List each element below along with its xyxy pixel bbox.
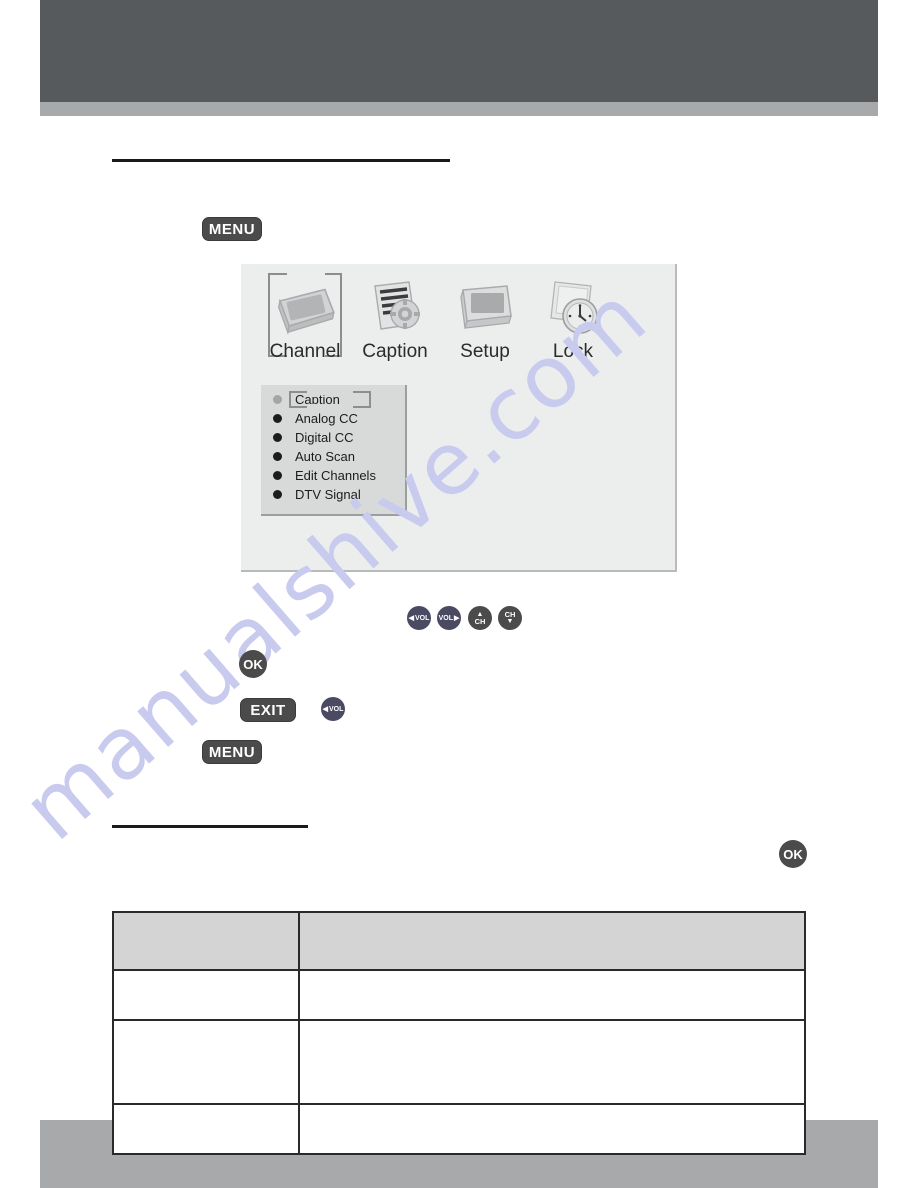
table-cell-3-2 <box>298 1103 806 1155</box>
osd-row-selection-bracket <box>289 389 371 410</box>
osd-menu-item-dtv-signal-label: DTV Signal <box>295 487 361 502</box>
ch-down-key-label: CH <box>504 609 516 619</box>
clock-lock-icon <box>525 272 621 340</box>
osd-menu-item-auto-scan[interactable]: Auto Scan <box>261 447 405 466</box>
menu-key-bottom[interactable]: MENU <box>202 740 262 764</box>
table-header-cell-1 <box>111 911 301 971</box>
document-gear-icon <box>347 272 443 340</box>
bullet-icon <box>273 490 282 499</box>
table-row <box>111 1019 806 1105</box>
osd-menu-item-edit-channels-label: Edit Channels <box>295 468 376 483</box>
osd-menu-item-edit-channels[interactable]: Edit Channels <box>261 466 405 485</box>
ch-down-key[interactable]: CH ▼ <box>498 606 522 630</box>
page-header-banner <box>40 0 878 102</box>
table-header-cell-2 <box>298 911 806 971</box>
arrow-right-icon: ▶ <box>454 614 460 622</box>
osd-icon-setup-label: Setup <box>460 341 510 362</box>
ok-key-section[interactable]: OK <box>779 840 807 868</box>
vol-up-key[interactable]: VOL ▶ <box>437 606 461 630</box>
table-cell-2-1 <box>111 1019 301 1105</box>
osd-menu-item-auto-scan-label: Auto Scan <box>295 449 355 464</box>
exit-key[interactable]: EXIT <box>240 698 296 722</box>
vol-down-key-label: VOL <box>415 614 430 622</box>
table-row <box>111 969 806 1021</box>
arrow-left-icon: ◀ <box>322 705 328 713</box>
bullet-icon <box>273 452 282 461</box>
bullet-icon <box>273 414 282 423</box>
page-header-accent-band <box>40 102 878 116</box>
osd-icon-row: Channel Caption Setup Lock <box>257 271 657 362</box>
vol-down-key[interactable]: ◀ VOL <box>407 606 431 630</box>
ch-up-key-label: CH <box>474 616 486 626</box>
osd-menu-item-caption[interactable]: Caption <box>261 389 405 410</box>
section-heading-rule-top <box>112 159 450 162</box>
bullet-icon <box>273 471 282 480</box>
osd-menu-item-digital-cc-label: Digital CC <box>295 430 354 445</box>
bullet-icon <box>273 395 282 404</box>
menu-key-top[interactable]: MENU <box>202 217 262 241</box>
table-cell-3-1 <box>111 1103 301 1155</box>
table-cell-1-1 <box>111 969 301 1021</box>
osd-submenu-list: Caption Analog CC Digital CC Auto Scan E… <box>261 385 407 516</box>
vol-down-key-exit-row[interactable]: ◀ VOL <box>321 697 345 721</box>
section-heading-rule-middle <box>112 825 308 828</box>
osd-screenshot-panel: Channel Caption Setup Lock Caption Analo… <box>241 264 677 572</box>
table-header-row <box>111 911 806 971</box>
osd-icon-caption-label: Caption <box>362 341 428 362</box>
vol-down-key-exit-row-label: VOL <box>329 705 344 713</box>
tv-setup-icon <box>437 272 533 340</box>
ok-key-step[interactable]: OK <box>239 650 267 678</box>
osd-menu-item-analog-cc-label: Analog CC <box>295 411 358 426</box>
vol-up-key-label: VOL <box>438 614 453 622</box>
bullet-icon <box>273 433 282 442</box>
table-cell-2-2 <box>298 1019 806 1105</box>
osd-icon-channel-label: Channel <box>269 341 341 362</box>
arrow-down-icon: ▼ <box>506 618 514 626</box>
osd-menu-item-digital-cc[interactable]: Digital CC <box>261 428 405 447</box>
osd-menu-item-analog-cc[interactable]: Analog CC <box>261 409 405 428</box>
arrow-left-icon: ◀ <box>408 614 414 622</box>
osd-icon-lock-label: Lock <box>552 341 594 362</box>
table-cell-1-2 <box>298 969 806 1021</box>
ch-up-key[interactable]: ▲ CH <box>468 606 492 630</box>
table-row <box>111 1103 806 1155</box>
osd-menu-item-dtv-signal[interactable]: DTV Signal <box>261 485 405 504</box>
spec-table <box>111 911 806 1155</box>
